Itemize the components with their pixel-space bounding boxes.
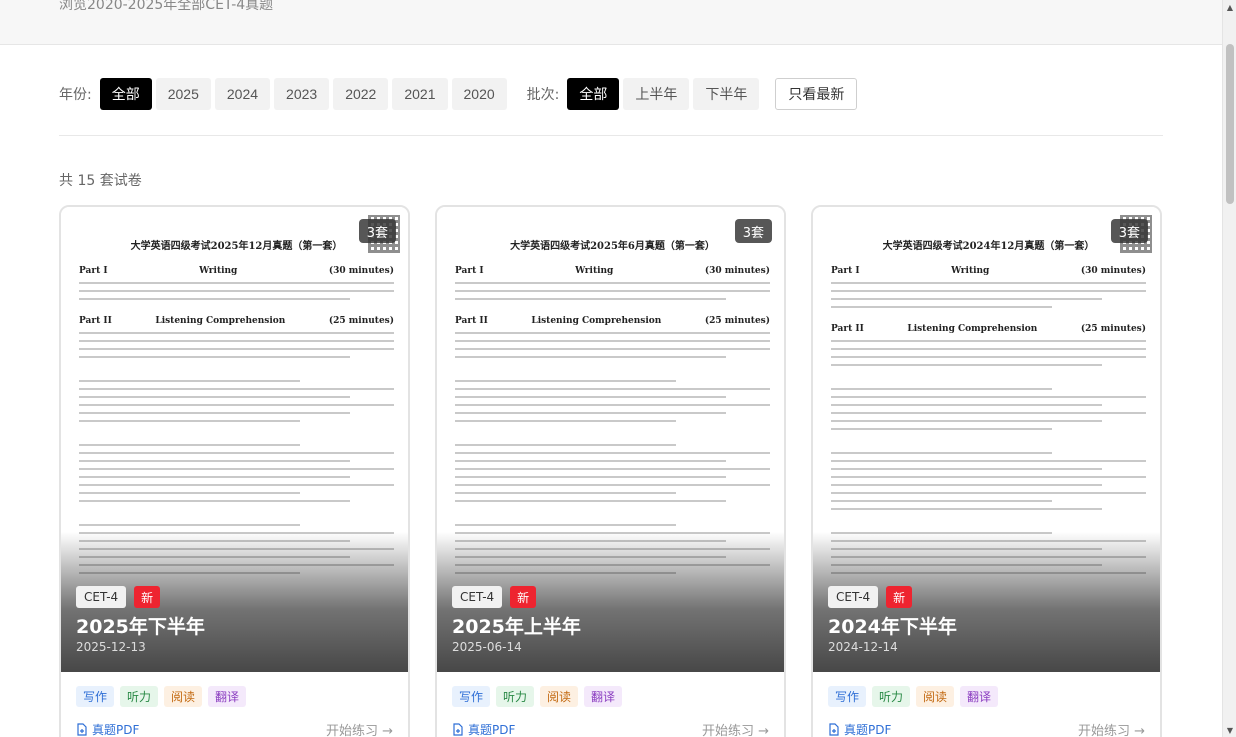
exam-card[interactable]: 大学英语四级考试2025年6月真题（第一套） Part I Writing (3… [435, 205, 786, 737]
latest-only-button[interactable]: 只看最新 [775, 78, 858, 110]
pdf-link[interactable]: 真题PDF [828, 721, 891, 737]
doc-title: 大学英语四级考试2025年12月真题（第一套） [130, 241, 343, 252]
result-count: 共 15 套试卷 [59, 173, 142, 189]
doc-section-row: Part II Listening Comprehension (25 minu… [79, 316, 394, 326]
scroll-down-arrow-icon[interactable]: ▼ [1223, 723, 1236, 737]
skill-tag-listening: 听力 [496, 686, 535, 707]
doc-section-row: Part I Writing (30 minutes) [831, 266, 1146, 276]
scrollbar-thumb[interactable] [1226, 44, 1234, 204]
filter-divider [59, 135, 1163, 136]
skill-tag-listening: 听力 [120, 686, 159, 707]
exam-title: 2025年下半年 [76, 616, 205, 638]
year-chip-2021[interactable]: 2021 [392, 78, 448, 110]
new-badge: 新 [510, 586, 537, 608]
skill-tags: 写作 听力 阅读 翻译 [76, 686, 252, 707]
card-footer: 真题PDF 开始练习 → [452, 720, 769, 737]
new-badge: 新 [134, 586, 161, 608]
doc-section-row: Part II Listening Comprehension (25 minu… [455, 316, 770, 326]
exam-document-preview: 大学英语四级考试2025年6月真题（第一套） Part I Writing (3… [455, 237, 770, 580]
page-subtitle: 浏览2020-2025年全部CET-4真题 [59, 0, 274, 13]
exam-type-tag: CET-4 [452, 586, 503, 608]
batch-chip-all[interactable]: 全部 [567, 78, 620, 110]
year-chip-all[interactable]: 全部 [99, 78, 152, 110]
exam-date: 2024-12-14 [828, 640, 898, 654]
batch-filter-label: 批次: [526, 87, 560, 103]
pdf-link[interactable]: 真题PDF [452, 721, 515, 737]
skill-tags: 写作 听力 阅读 翻译 [452, 686, 628, 707]
skill-tag-reading: 阅读 [540, 686, 579, 707]
skill-tag-translation: 翻译 [208, 686, 247, 707]
vertical-scrollbar[interactable]: ▲ ▼ [1222, 0, 1236, 737]
year-filter-label: 年份: [59, 87, 92, 103]
doc-section-row: Part II Listening Comprehension (25 minu… [831, 324, 1146, 334]
skill-tag-translation: 翻译 [584, 686, 623, 707]
exam-date: 2025-06-14 [452, 640, 522, 654]
skill-tag-reading: 阅读 [916, 686, 955, 707]
sets-count-badge: 3套 [734, 219, 772, 243]
sets-count-badge: 3套 [358, 219, 396, 243]
batch-chip-first-half[interactable]: 上半年 [623, 78, 690, 110]
page-header: 浏览2020-2025年全部CET-4真题 [0, 0, 1222, 45]
card-footer: 真题PDF 开始练习 → [828, 720, 1145, 737]
exam-date: 2025-12-13 [76, 640, 146, 654]
exam-meta: CET-4 新 [452, 586, 537, 608]
year-chip-2023[interactable]: 2023 [274, 78, 330, 110]
doc-title: 大学英语四级考试2025年6月真题（第一套） [510, 241, 715, 252]
start-practice-link[interactable]: 开始练习 → [702, 720, 769, 737]
exam-document-preview: 大学英语四级考试2025年12月真题（第一套） Part I Writing (… [79, 237, 394, 580]
doc-title: 大学英语四级考试2024年12月真题（第一套） [882, 241, 1095, 252]
file-plus-icon [453, 723, 463, 736]
exam-type-tag: CET-4 [828, 586, 879, 608]
year-chip-2020[interactable]: 2020 [451, 78, 507, 110]
exam-document-preview: 大学英语四级考试2024年12月真题（第一套） Part I Writing (… [831, 237, 1146, 580]
exam-meta: CET-4 新 [828, 586, 913, 608]
page: 浏览2020-2025年全部CET-4真题 年份: 全部 2025 2024 2… [0, 0, 1222, 737]
exam-title: 2024年下半年 [828, 616, 957, 638]
exam-card[interactable]: 大学英语四级考试2024年12月真题（第一套） Part I Writing (… [811, 205, 1162, 737]
skill-tag-translation: 翻译 [960, 686, 999, 707]
file-plus-icon [829, 723, 839, 736]
year-chip-2024[interactable]: 2024 [214, 78, 271, 110]
skill-tag-writing: 写作 [828, 686, 867, 707]
skill-tag-writing: 写作 [76, 686, 115, 707]
exam-type-tag: CET-4 [76, 586, 127, 608]
filter-bar: 年份: 全部 2025 2024 2023 2022 2021 2020 批次:… [59, 78, 858, 110]
sets-count-badge: 3套 [1110, 219, 1148, 243]
start-practice-link[interactable]: 开始练习 → [326, 720, 393, 737]
year-chip-2022[interactable]: 2022 [333, 78, 389, 110]
skill-tag-listening: 听力 [872, 686, 911, 707]
scroll-up-arrow-icon[interactable]: ▲ [1223, 0, 1236, 14]
card-footer: 真题PDF 开始练习 → [76, 720, 393, 737]
exam-card[interactable]: 大学英语四级考试2025年12月真题（第一套） Part I Writing (… [59, 205, 410, 737]
doc-section-row: Part I Writing (30 minutes) [79, 266, 394, 276]
doc-section-row: Part I Writing (30 minutes) [455, 266, 770, 276]
exam-title: 2025年上半年 [452, 616, 581, 638]
exam-meta: CET-4 新 [76, 586, 161, 608]
file-plus-icon [77, 723, 87, 736]
skill-tag-reading: 阅读 [164, 686, 203, 707]
start-practice-link[interactable]: 开始练习 → [1078, 720, 1145, 737]
skill-tag-writing: 写作 [452, 686, 491, 707]
skill-tags: 写作 听力 阅读 翻译 [828, 686, 1004, 707]
new-badge: 新 [886, 586, 913, 608]
batch-chip-second-half[interactable]: 下半年 [693, 78, 760, 110]
year-chip-2025[interactable]: 2025 [155, 78, 211, 110]
pdf-link[interactable]: 真题PDF [76, 721, 139, 737]
